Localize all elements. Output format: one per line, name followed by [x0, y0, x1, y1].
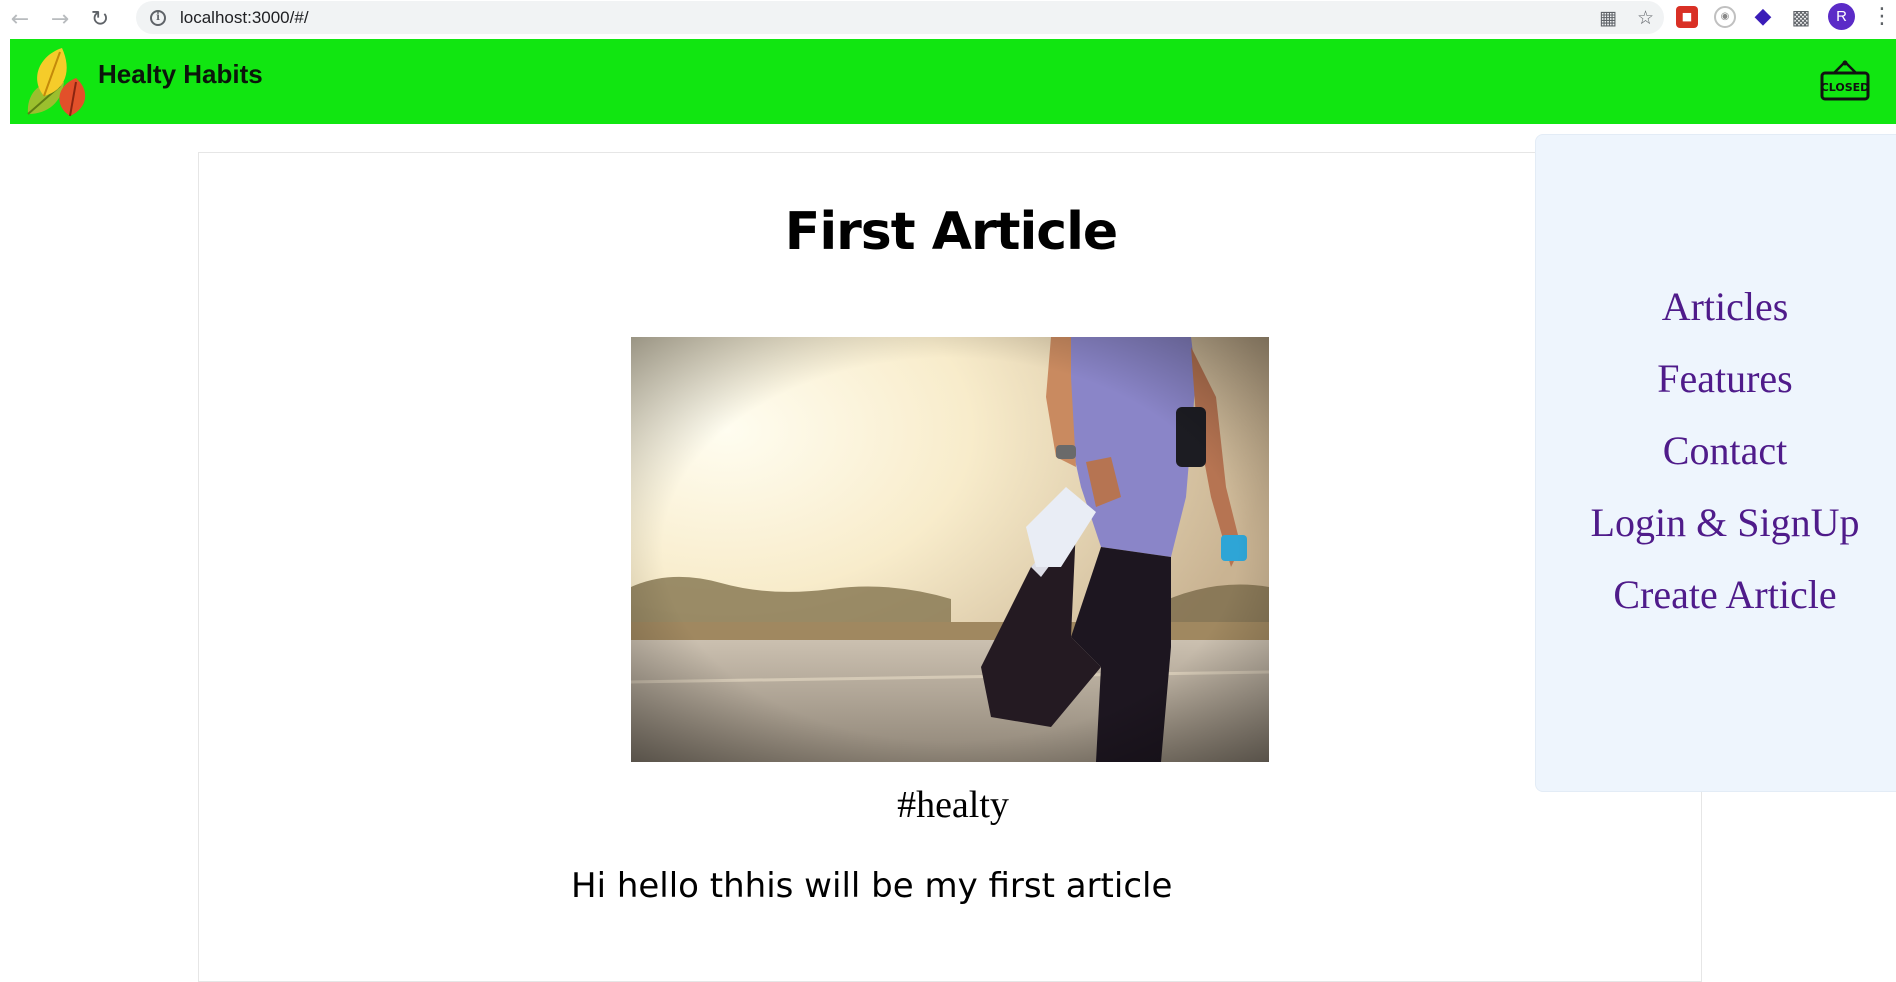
article-title: First Article: [784, 202, 1118, 262]
article-card: First Article #healty Hi hello thhis wil…: [198, 152, 1702, 982]
browser-toolbar: ← → ↻ i localhost:3000/#/ ▦ ☆ ■ ◉ ◆ ▩ R …: [0, 0, 1896, 39]
translate-icon[interactable]: ▦: [1599, 7, 1617, 29]
app-header: Healty Habits CLOSED: [10, 39, 1896, 124]
closed-sign-icon[interactable]: CLOSED: [1820, 59, 1870, 103]
menu-item-login-signup[interactable]: Login & SignUp: [1536, 499, 1896, 546]
reload-icon[interactable]: ↻: [80, 0, 120, 39]
menu-item-create-article[interactable]: Create Article: [1536, 571, 1896, 618]
site-info-icon[interactable]: i: [150, 9, 166, 26]
article-tag[interactable]: #healty: [199, 783, 1707, 827]
address-bar[interactable]: i localhost:3000/#/ ▦ ☆: [136, 1, 1664, 34]
closed-sign-text: CLOSED: [1821, 81, 1870, 94]
menu-item-contact[interactable]: Contact: [1536, 427, 1896, 474]
article-body: Hi hello thhis will be my first article: [571, 866, 1173, 906]
menu-item-articles[interactable]: Articles: [1536, 283, 1896, 330]
article-image: [631, 337, 1269, 762]
extension-circle-icon[interactable]: ◉: [1714, 5, 1736, 28]
extension-layers-icon[interactable]: ◆: [1752, 4, 1774, 29]
extensions-area: ■ ◉ ◆ ▩ R ⋮: [1676, 0, 1893, 33]
profile-avatar[interactable]: R: [1828, 3, 1855, 30]
forward-arrow-icon[interactable]: →: [40, 0, 80, 39]
side-menu: Articles Features Contact Login & SignUp…: [1535, 134, 1896, 792]
leaves-logo-icon[interactable]: [20, 44, 100, 120]
browser-menu-icon[interactable]: ⋮: [1871, 4, 1893, 29]
bookmark-star-icon[interactable]: ☆: [1637, 7, 1654, 29]
menu-item-features[interactable]: Features: [1536, 355, 1896, 402]
extension-red-icon[interactable]: ■: [1676, 5, 1698, 28]
brand-name[interactable]: Healty Habits: [98, 59, 263, 90]
extensions-puzzle-icon[interactable]: ▩: [1790, 5, 1812, 29]
url-text[interactable]: localhost:3000/#/: [180, 8, 309, 28]
back-arrow-icon[interactable]: ←: [0, 0, 40, 39]
